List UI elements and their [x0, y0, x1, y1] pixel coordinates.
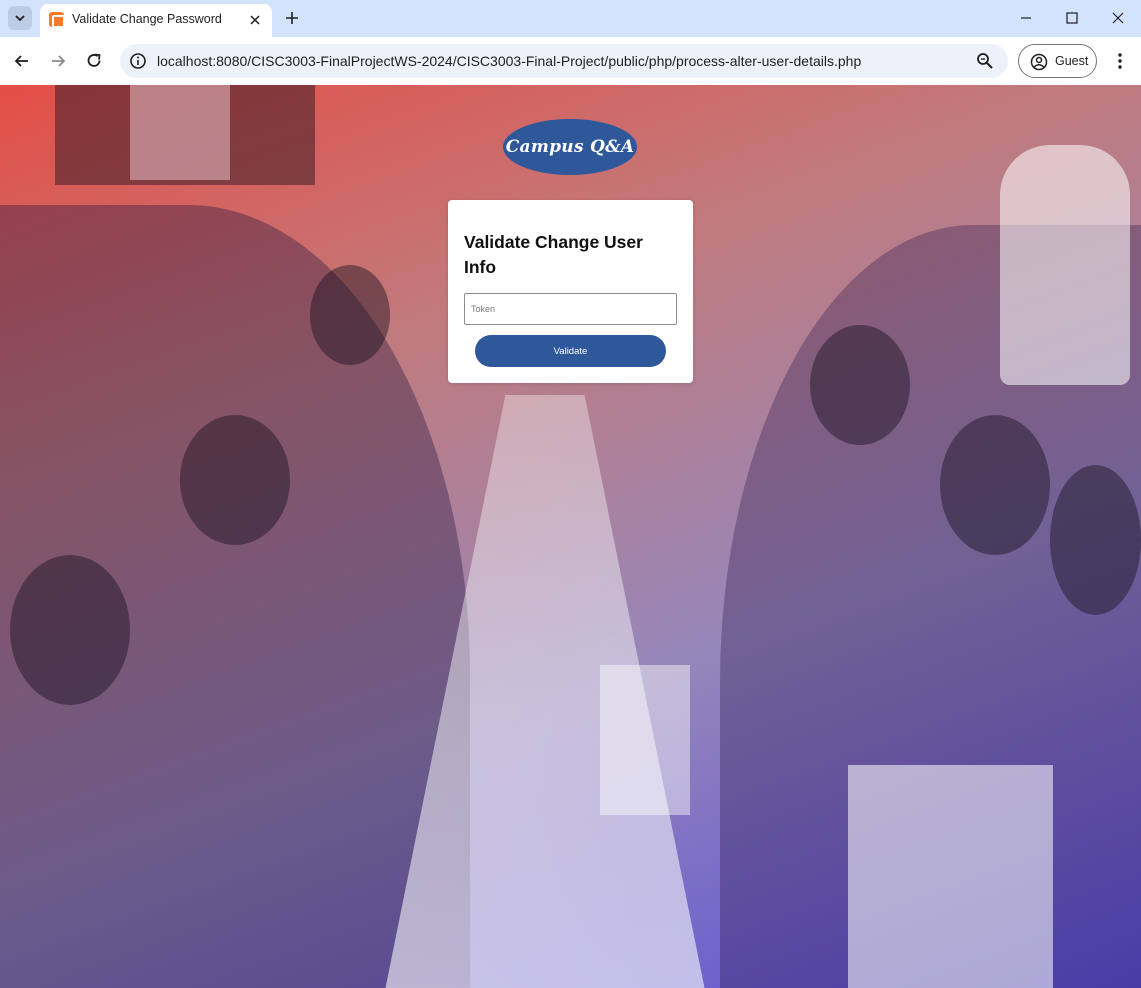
site-info-icon[interactable]	[129, 52, 147, 70]
background-person	[1050, 465, 1141, 615]
background-person	[180, 415, 290, 545]
zoom-magnifier-icon[interactable]	[976, 52, 994, 70]
maximize-icon[interactable]	[1059, 6, 1085, 30]
tab-strip: Validate Change Password	[0, 0, 1141, 37]
back-arrow-icon[interactable]	[12, 51, 32, 71]
token-input[interactable]	[464, 293, 677, 325]
background-person	[810, 325, 910, 445]
tab-search-button[interactable]	[8, 6, 32, 30]
validate-button[interactable]: Validate	[475, 335, 666, 367]
minimize-icon[interactable]	[1013, 6, 1039, 30]
more-vert-icon[interactable]	[1110, 51, 1130, 71]
forward-arrow-icon[interactable]	[48, 51, 68, 71]
url-text[interactable]: localhost:8080/CISC3003-FinalProjectWS-2…	[157, 53, 861, 69]
reload-icon[interactable]	[84, 51, 104, 71]
background-person	[10, 555, 130, 705]
page-viewport: Campus Q&A Validate Change User Info Val…	[0, 85, 1141, 988]
browser-toolbar: localhost:8080/CISC3003-FinalProjectWS-2…	[0, 37, 1141, 85]
validate-form-card: Validate Change User Info Validate	[448, 200, 693, 383]
logo-text: Campus Q&A	[505, 137, 635, 157]
background-person	[310, 265, 390, 365]
window-close-icon[interactable]	[1105, 6, 1131, 30]
background-person	[940, 415, 1050, 555]
account-circle-icon	[1030, 53, 1048, 71]
background-princess-card	[848, 765, 1053, 988]
close-icon[interactable]	[247, 12, 263, 28]
address-bar[interactable]: localhost:8080/CISC3003-FinalProjectWS-2…	[120, 44, 1008, 78]
browser-tab-active[interactable]: Validate Change Password	[40, 4, 272, 37]
profile-button[interactable]: Guest	[1018, 44, 1097, 78]
chevron-down-icon	[15, 15, 25, 22]
new-tab-plus-icon[interactable]	[283, 9, 301, 27]
background-waiter	[1000, 145, 1130, 385]
xampp-favicon-icon	[49, 12, 65, 28]
background-table-card	[600, 665, 690, 815]
profile-label: Guest	[1055, 54, 1089, 68]
form-title: Validate Change User Info	[464, 232, 643, 277]
site-logo[interactable]: Campus Q&A	[503, 119, 637, 175]
background-screen-image	[130, 85, 230, 180]
tab-title: Validate Change Password	[72, 12, 222, 26]
